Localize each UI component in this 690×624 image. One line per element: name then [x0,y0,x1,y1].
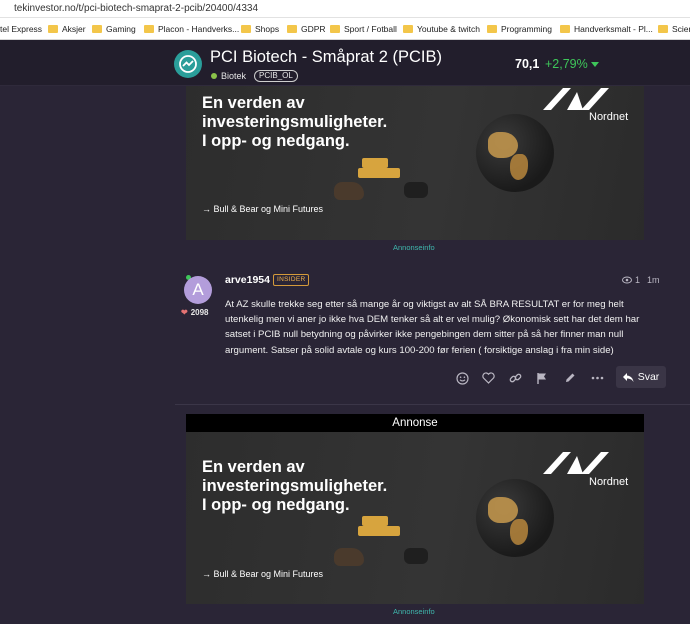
nordnet-logo-icon [543,452,609,474]
post-username[interactable]: arve1954 [225,274,270,286]
post-time[interactable]: 1m [647,275,660,285]
ad-banner[interactable]: En verden av investeringsmuligheter. I o… [186,432,644,604]
topic-category[interactable]: Biotek PCIB_OL [211,70,298,82]
smiley-icon[interactable] [453,368,471,388]
caret-down-icon[interactable] [591,62,599,67]
ad-label: Annonse [186,414,644,432]
ad-link[interactable]: → Bull & Bear og Mini Futures [202,569,323,579]
ad-headline: En verden av investeringsmuligheter. I o… [202,458,388,514]
bookmark-shops[interactable]: Shops [241,18,279,39]
folder-icon [287,25,297,33]
folder-icon [403,25,413,33]
stock-change: +2,79% [545,57,588,71]
topic-tag[interactable]: PCIB_OL [254,70,298,82]
post-divider [175,404,690,405]
ad-headline: En verden av investeringsmuligheter. I o… [202,94,388,150]
heart-icon[interactable] [479,368,497,388]
bookmark-gdpr[interactable]: GDPR [287,18,326,39]
folder-icon [560,25,570,33]
bison-figure-image [334,182,364,200]
folder-icon [92,25,102,33]
ad-brand: Nordnet [589,476,629,488]
reply-label: Svar [637,371,660,383]
ad-info-link[interactable]: Annonseinfo [393,243,435,252]
stock-price: 70,1 [515,57,540,71]
ad-link[interactable]: → Bull & Bear og Mini Futures [202,204,323,214]
bookmark-sport[interactable]: Sport / Fotball [330,18,397,39]
reply-button[interactable]: Svar [616,366,666,388]
folder-icon [658,25,668,33]
topic-title[interactable]: PCI Biotech - Småprat 2 (PCIB) [210,48,442,67]
like-count: ❤ 2098 [181,308,209,317]
bison-figure-image [334,548,364,566]
user-badge: INSIDER [273,274,310,286]
ad-brand: Nordnet [589,111,629,123]
gold-bar-image [374,168,400,178]
globe-image [476,479,554,557]
bookmark-science[interactable]: Scienc [658,18,690,39]
bookmark-aksjer[interactable]: Aksjer [48,18,86,39]
bookmark-programming[interactable]: Programming [487,18,552,39]
folder-icon [487,25,497,33]
folder-icon [330,25,340,33]
bookmark-tel-express[interactable]: tel Express [0,18,42,39]
reply-icon [622,372,634,382]
category-dot-icon [211,73,217,79]
folder-icon [48,25,58,33]
pencil-icon[interactable] [561,368,579,388]
eye-icon [622,276,632,284]
more-icon[interactable] [588,368,606,388]
site-logo-icon[interactable] [174,50,202,78]
post-body: At AZ skulle trekke seg etter så mange å… [225,299,640,356]
bookmarks-bar: tel Express Aksjer Gaming Placon - Handv… [0,18,690,40]
link-icon[interactable] [506,368,524,388]
heart-icon: ❤ [181,308,188,317]
bull-figure-image [404,182,428,198]
url-text: tekinvestor.no/t/pci-biotech-smaprat-2-p… [14,3,259,14]
post-actions [0,368,690,388]
bookmark-gaming[interactable]: Gaming [92,18,136,39]
bookmark-handverksmalt[interactable]: Handverksmalt - Pl... [560,18,653,39]
bookmark-placon[interactable]: Placon - Handverks... [144,18,239,39]
address-bar[interactable]: tekinvestor.no/t/pci-biotech-smaprat-2-p… [0,0,690,18]
ad-banner[interactable]: En verden av investeringsmuligheter. I o… [186,86,644,240]
folder-icon [241,25,251,33]
flag-icon[interactable] [533,368,551,388]
category-label: Biotek [221,71,247,81]
bull-figure-image [404,548,428,564]
bookmark-youtube[interactable]: Youtube & twitch [403,18,480,39]
avatar[interactable]: A [184,276,212,304]
view-count: 1 [622,275,640,285]
folder-icon [144,25,154,33]
gold-bar-image [362,516,388,526]
nordnet-logo-icon [543,88,609,110]
ad-info-link[interactable]: Annonseinfo [393,607,435,616]
globe-image [476,114,554,192]
gold-bar-image [374,526,400,536]
gold-bar-image [362,158,388,168]
